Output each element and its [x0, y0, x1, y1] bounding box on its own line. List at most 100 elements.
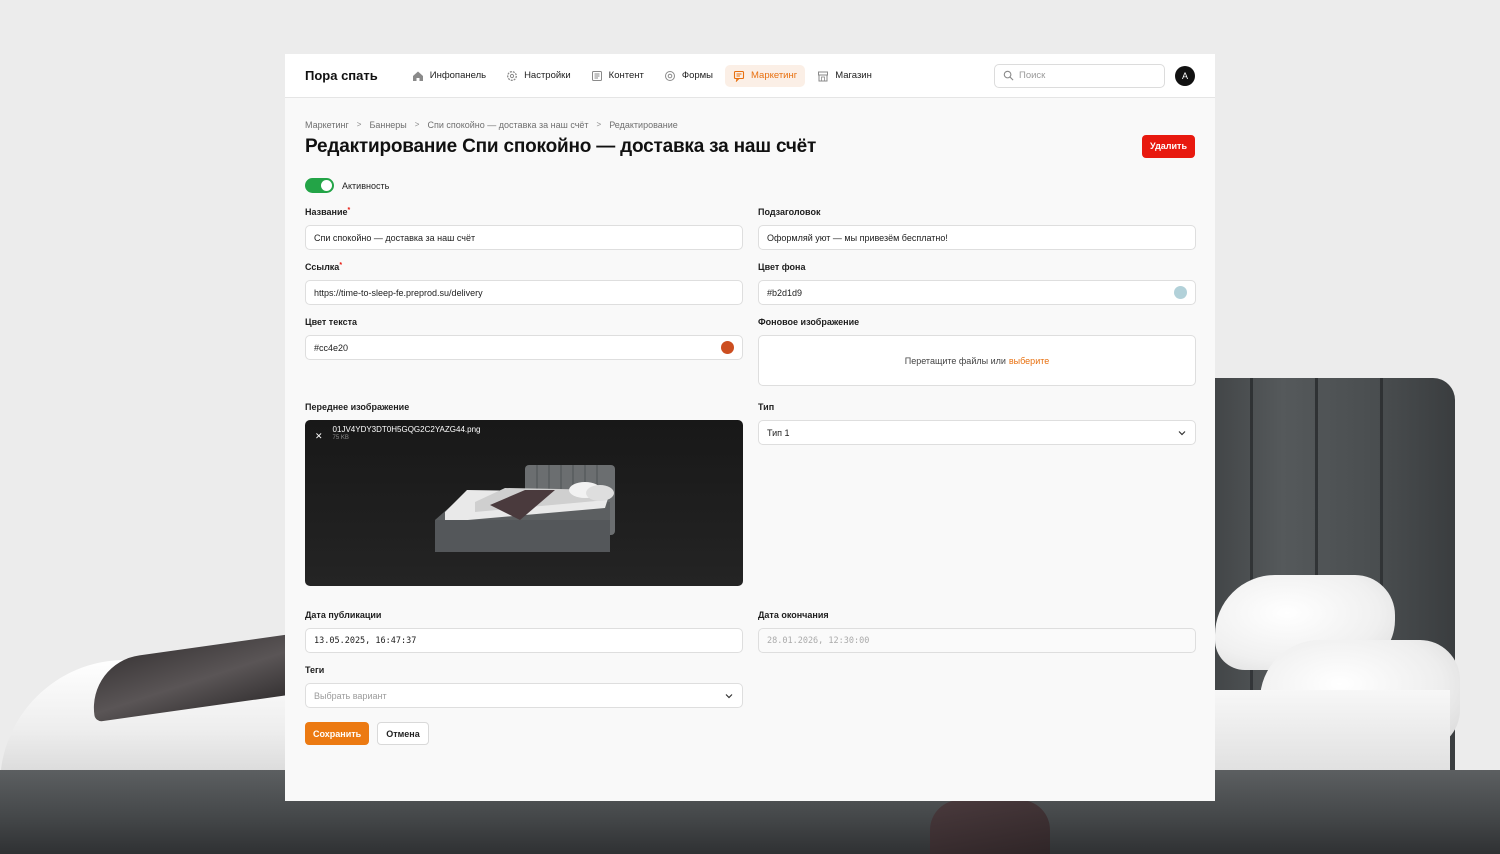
link-field-group: Ссылка* https://time-to-sleep-fe.preprod… — [305, 262, 743, 305]
chevron-down-icon — [725, 693, 733, 698]
breadcrumb: Маркетинг > Баннеры > Спи спокойно — дос… — [305, 119, 1195, 130]
file-info: ✕ 01JV4YDY3DT0H5GQG2C2YAZG44.png 75 KB — [315, 425, 480, 442]
nav-item-forms[interactable]: Формы — [656, 65, 721, 87]
search-icon — [1003, 70, 1014, 81]
publish-date-value: 13.05.2025, 16:47:37 — [314, 635, 417, 646]
bed-thumbnail-image — [435, 465, 615, 552]
end-date-value: 28.01.2026, 12:30:00 — [767, 635, 870, 646]
nav-label: Маркетинг — [751, 70, 798, 81]
home-icon — [412, 71, 423, 81]
avatar[interactable]: A — [1175, 65, 1195, 86]
cancel-button[interactable]: Отмена — [377, 722, 429, 745]
type-label: Тип — [758, 402, 775, 412]
search-box[interactable] — [994, 63, 1165, 88]
type-field-group: Тип Тип 1 — [758, 402, 1196, 586]
breadcrumb-item[interactable]: Баннеры — [369, 120, 406, 130]
nav-item-settings[interactable]: Настройки — [498, 65, 579, 87]
save-button[interactable]: Сохранить — [305, 722, 370, 745]
bed-sheet — [1215, 690, 1450, 780]
bg-color-field[interactable]: #b2d1d9 — [758, 280, 1196, 305]
breadcrumb-item[interactable]: Маркетинг — [305, 120, 349, 130]
front-image-label: Переднее изображение — [305, 402, 410, 412]
required-marker: * — [339, 262, 343, 269]
bg-image-label: Фоновое изображение — [758, 317, 860, 327]
text-color-value: #cc4e20 — [314, 342, 349, 353]
nav-item-store[interactable]: Магазин — [809, 65, 880, 87]
bg-color-value: #b2d1d9 — [767, 287, 803, 298]
title-row: Редактирование Спи спокойно — доставка з… — [305, 134, 1195, 158]
publish-date-field-group: Дата публикации 13.05.2025, 16:47:37 — [305, 610, 743, 653]
nav-label: Магазин — [835, 70, 872, 81]
page-title: Редактирование Спи спокойно — доставка з… — [305, 136, 817, 157]
nav-item-dashboard[interactable]: Инфопанель — [404, 65, 494, 87]
bed-throw — [930, 800, 1050, 854]
activity-label: Активность — [342, 180, 390, 191]
link-field[interactable]: https://time-to-sleep-fe.preprod.su/deli… — [305, 280, 743, 305]
link-label: Ссылка — [305, 262, 340, 272]
name-value: Спи спокойно — доставка за наш счёт — [314, 232, 476, 243]
breadcrumb-item[interactable]: Спи спокойно — доставка за наш счёт — [427, 120, 588, 130]
end-date-field-group: Дата окончания 28.01.2026, 12:30:00 — [758, 610, 1196, 653]
nav-label: Инфопанель — [429, 70, 487, 81]
required-marker: * — [347, 207, 351, 214]
chevron-right-icon: > — [414, 120, 420, 129]
nav-item-marketing[interactable]: Маркетинг — [725, 64, 806, 87]
link-value: https://time-to-sleep-fe.preprod.su/deli… — [314, 287, 483, 298]
text-color-field-group: Цвет текста #cc4e20 — [305, 317, 743, 386]
nav-label: Формы — [681, 70, 714, 81]
publish-date-label: Дата публикации — [305, 610, 382, 620]
admin-panel: Пора спать Инфопанель Настройки Контент … — [285, 54, 1215, 801]
main-nav: Инфопанель Настройки Контент Формы Марке… — [404, 64, 994, 87]
nav-item-content[interactable]: Контент — [583, 65, 652, 87]
tags-placeholder: Выбрать вариант — [314, 690, 387, 701]
activity-toggle[interactable] — [305, 178, 334, 193]
bg-color-field-group: Цвет фона #b2d1d9 — [758, 262, 1196, 305]
file-name: 01JV4YDY3DT0H5GQG2C2YAZG44.png — [332, 425, 481, 434]
chevron-right-icon: > — [356, 120, 362, 129]
publish-date-field[interactable]: 13.05.2025, 16:47:37 — [305, 628, 743, 653]
subtitle-field-group: Подзаголовок Оформляй уют — мы привезём … — [758, 207, 1196, 250]
text-color-label: Цвет текста — [305, 317, 358, 327]
gear-icon — [507, 70, 518, 81]
bg-image-dropzone[interactable]: Перетащите файлы или выберите — [758, 335, 1196, 386]
chevron-down-icon — [1178, 430, 1186, 435]
activity-toggle-row: Активность — [305, 178, 1195, 193]
type-value: Тип 1 — [767, 427, 790, 438]
end-date-label: Дата окончания — [758, 610, 829, 620]
delete-button[interactable]: Удалить — [1142, 134, 1195, 158]
name-label: Название — [305, 207, 348, 217]
end-date-field[interactable]: 28.01.2026, 12:30:00 — [758, 628, 1196, 653]
front-image-field-group: Переднее изображение ✕ 01JV4YDY3DT0H5GQG… — [305, 402, 743, 586]
at-icon — [664, 70, 675, 81]
subtitle-label: Подзаголовок — [758, 207, 821, 217]
form-grid: Название* Спи спокойно — доставка за наш… — [305, 193, 1196, 708]
search-input[interactable] — [1019, 70, 1149, 81]
brand-logo[interactable]: Пора спать — [305, 68, 378, 83]
tags-field-group: Теги Выбрать вариант — [305, 665, 743, 708]
text-color-field[interactable]: #cc4e20 — [305, 335, 743, 360]
breadcrumb-item-current: Редактирование — [609, 119, 678, 130]
dropzone-text: Перетащите файлы или — [904, 355, 1006, 366]
subtitle-value: Оформляй уют — мы привезём бесплатно! — [767, 232, 948, 243]
store-icon — [818, 71, 829, 81]
type-select[interactable]: Тип 1 — [758, 420, 1196, 445]
edit-form: Маркетинг > Баннеры > Спи спокойно — дос… — [285, 119, 1215, 745]
subtitle-field[interactable]: Оформляй уют — мы привезём бесплатно! — [758, 225, 1196, 250]
name-field-group: Название* Спи спокойно — доставка за наш… — [305, 207, 743, 250]
chevron-right-icon: > — [596, 120, 602, 129]
tags-select[interactable]: Выбрать вариант — [305, 683, 743, 708]
close-icon[interactable]: ✕ — [315, 431, 323, 442]
tags-label: Теги — [305, 665, 325, 675]
document-icon — [591, 70, 602, 81]
bg-color-label: Цвет фона — [758, 262, 806, 272]
dropzone-browse-link[interactable]: выберите — [1009, 356, 1049, 366]
text-color-swatch[interactable] — [721, 341, 734, 354]
bg-color-swatch[interactable] — [1174, 286, 1187, 299]
file-size: 75 KB — [332, 435, 349, 441]
marketing-icon — [733, 70, 745, 82]
nav-label: Контент — [608, 70, 644, 81]
name-field[interactable]: Спи спокойно — доставка за наш счёт — [305, 225, 743, 250]
empty-cell — [758, 653, 1196, 708]
nav-label: Настройки — [524, 70, 571, 81]
form-actions: Сохранить Отмена — [305, 722, 1195, 745]
